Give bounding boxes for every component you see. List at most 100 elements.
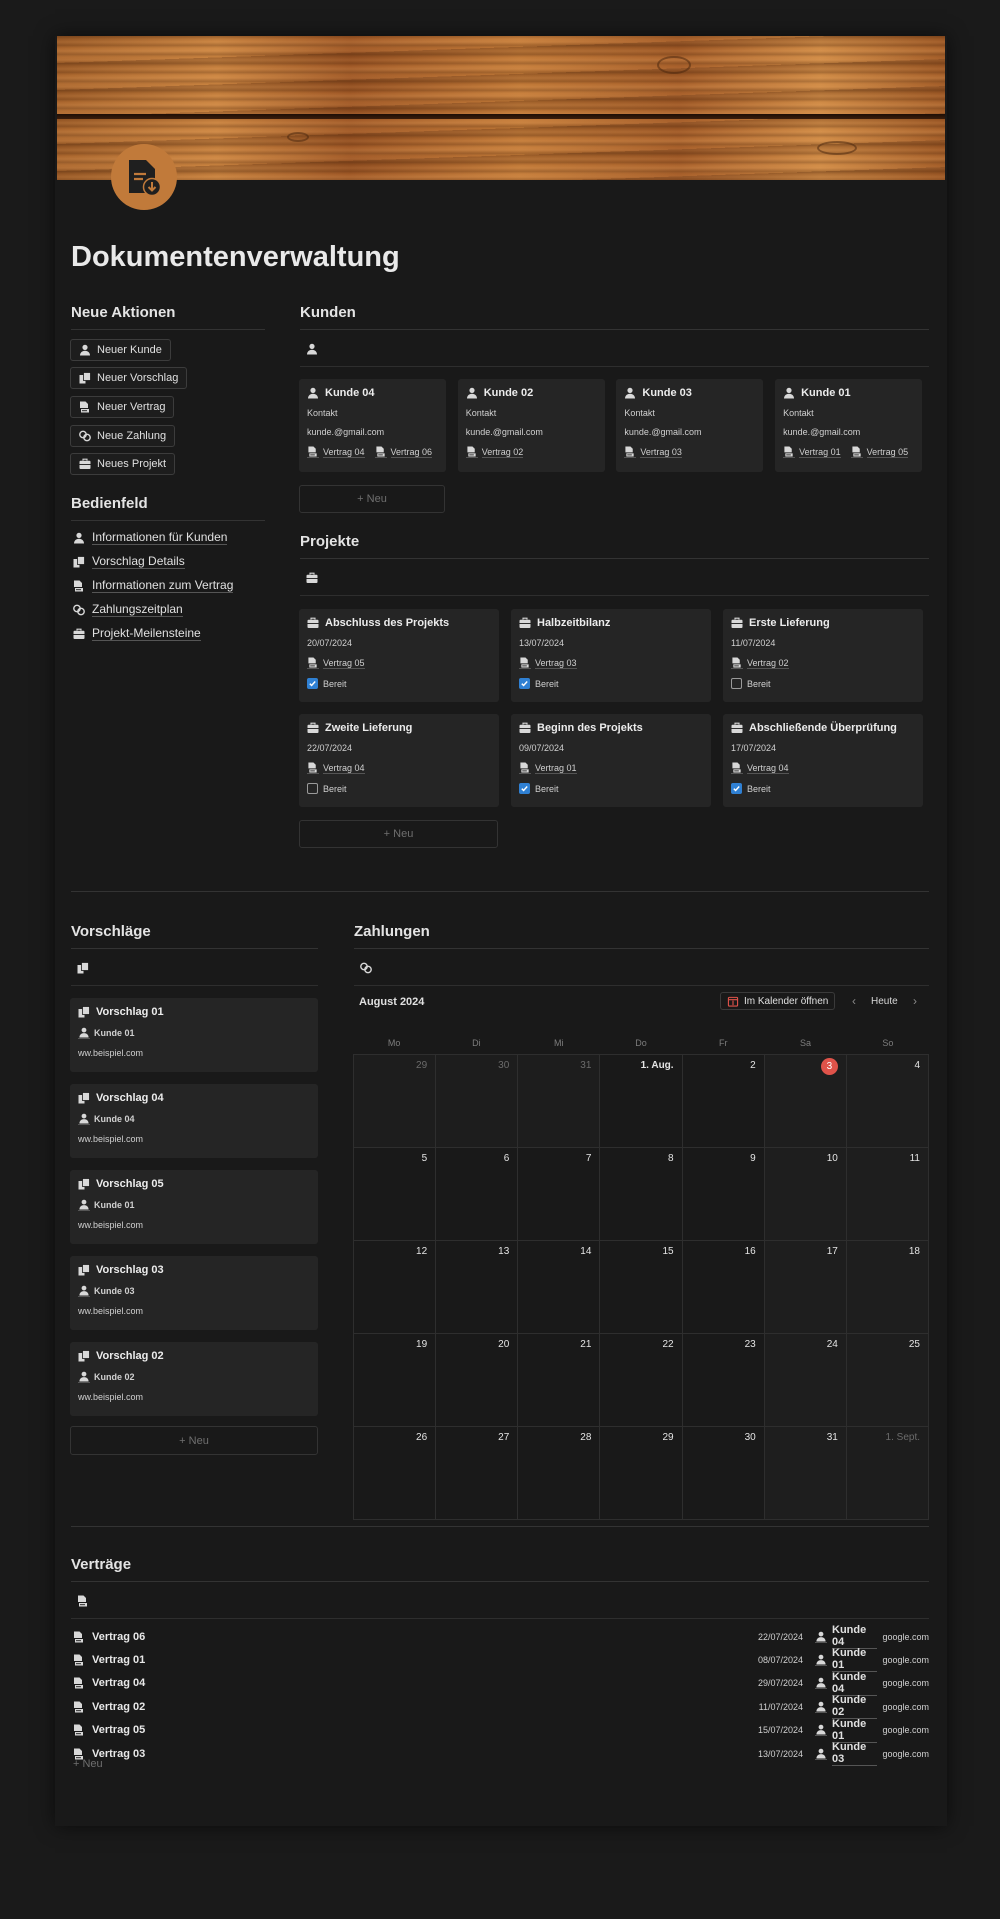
open-in-calendar-button[interactable]: Im Kalender öffnen bbox=[720, 992, 836, 1010]
calendar-day[interactable]: 16 bbox=[682, 1241, 765, 1334]
ready-checkbox[interactable] bbox=[519, 783, 530, 794]
calendar-day[interactable]: 27 bbox=[436, 1427, 519, 1520]
proposal-url[interactable]: ww.beispiel.com bbox=[78, 1306, 310, 1316]
contract-row[interactable]: Vertrag 04 29/07/2024 Kunde 04 google.com bbox=[73, 1671, 929, 1696]
customer-card[interactable]: Kunde 02 Kontakt kunde.@gmail.com Vertrag 0… bbox=[457, 379, 605, 472]
project-card[interactable]: Abschließende Überprüfung 17/07/2024 Vertr… bbox=[723, 714, 923, 807]
proposal-card[interactable]: Vorschlag 04 Kunde 04 ww.beispiel.com bbox=[70, 1084, 318, 1158]
ready-checkbox[interactable] bbox=[307, 783, 318, 794]
contract-relation[interactable]: Vertrag 04 bbox=[307, 446, 365, 458]
calendar-day[interactable]: 19 bbox=[354, 1334, 437, 1427]
calendar-day[interactable]: 12 bbox=[354, 1241, 437, 1334]
project-card[interactable]: Halbzeitbilanz 13/07/2024 Vertrag 03 Bereit bbox=[511, 609, 711, 702]
contract-url[interactable]: google.com bbox=[877, 1702, 929, 1712]
contract-relation[interactable]: Vertrag 03 bbox=[624, 446, 682, 458]
calendar-day[interactable]: 3 bbox=[764, 1055, 847, 1148]
contract-row[interactable]: Vertrag 03 13/07/2024 Kunde 03 google.com bbox=[73, 1741, 929, 1766]
calendar-day[interactable]: 10 bbox=[764, 1148, 847, 1241]
contract-relation[interactable]: Vertrag 02 bbox=[731, 657, 789, 669]
customer-card[interactable]: Kunde 01 Kontakt kunde.@gmail.com Vertrag 0… bbox=[775, 379, 923, 472]
calendar-day[interactable]: 11 bbox=[846, 1148, 929, 1241]
proposal-url[interactable]: ww.beispiel.com bbox=[78, 1048, 310, 1058]
contract-relation[interactable]: Vertrag 05 bbox=[307, 657, 365, 669]
contract-relation[interactable]: Vertrag 04 bbox=[307, 762, 365, 774]
ready-checkbox[interactable] bbox=[519, 678, 530, 689]
calendar-day[interactable]: 14 bbox=[518, 1241, 601, 1334]
project-card[interactable]: Erste Lieferung 11/07/2024 Vertrag 02 Berei… bbox=[723, 609, 923, 702]
contract-relation[interactable]: Vertrag 01 bbox=[783, 446, 841, 458]
contract-url[interactable]: google.com bbox=[877, 1655, 929, 1665]
calendar-day[interactable]: 31 bbox=[764, 1427, 847, 1520]
contract-url[interactable]: google.com bbox=[877, 1678, 929, 1688]
coins-icon[interactable] bbox=[360, 962, 372, 974]
customer-relation[interactable]: Kunde 01 bbox=[815, 1647, 877, 1673]
contract-relation[interactable]: Vertrag 01 bbox=[519, 762, 577, 774]
calendar-day[interactable]: 20 bbox=[436, 1334, 519, 1427]
contract-row[interactable]: Vertrag 05 15/07/2024 Kunde 01 google.com bbox=[73, 1718, 929, 1743]
nav-vertrag-info[interactable]: Informationen zum Vertrag bbox=[73, 578, 234, 593]
calendar-day[interactable]: 29 bbox=[354, 1055, 437, 1148]
contract-relation[interactable]: Vertrag 03 bbox=[519, 657, 577, 669]
projekte-new-button[interactable]: + Neu bbox=[299, 820, 498, 848]
contract-row[interactable]: Vertrag 06 22/07/2024 Kunde 04 google.com bbox=[73, 1624, 929, 1649]
kunden-new-button[interactable]: + Neu bbox=[299, 485, 445, 513]
customer-relation[interactable]: Kunde 03 bbox=[78, 1285, 135, 1297]
calendar-day[interactable]: 4 bbox=[846, 1055, 929, 1148]
customer-relation[interactable]: Kunde 03 bbox=[815, 1741, 877, 1766]
vorschlaege-new-button[interactable]: + Neu bbox=[70, 1426, 318, 1455]
calendar-day[interactable]: 13 bbox=[436, 1241, 519, 1334]
customer-relation[interactable]: Kunde 04 bbox=[78, 1113, 135, 1125]
person-icon[interactable] bbox=[306, 343, 318, 355]
proposal-url[interactable]: ww.beispiel.com bbox=[78, 1392, 310, 1402]
customer-relation[interactable]: Kunde 02 bbox=[815, 1694, 877, 1720]
calendar-day[interactable]: 22 bbox=[600, 1334, 683, 1427]
customer-relation[interactable]: Kunde 02 bbox=[78, 1371, 135, 1383]
proposal-card[interactable]: Vorschlag 01 Kunde 01 ww.beispiel.com bbox=[70, 998, 318, 1072]
customer-card[interactable]: Kunde 03 Kontakt kunde.@gmail.com Vertrag 0… bbox=[616, 379, 764, 472]
calendar-day[interactable]: 9 bbox=[682, 1148, 765, 1241]
calendar-day[interactable]: 6 bbox=[436, 1148, 519, 1241]
calendar-day[interactable]: 26 bbox=[354, 1427, 437, 1520]
calendar-day[interactable]: 24 bbox=[764, 1334, 847, 1427]
contract-relation[interactable]: Vertrag 06 bbox=[374, 446, 433, 458]
calendar-day[interactable]: 5 bbox=[354, 1148, 437, 1241]
customer-relation[interactable]: Kunde 01 bbox=[815, 1718, 877, 1743]
briefcase-icon[interactable] bbox=[306, 572, 318, 584]
proposal-card[interactable]: Vorschlag 03 Kunde 03 ww.beispiel.com bbox=[70, 1256, 318, 1330]
contract-url[interactable]: google.com bbox=[877, 1725, 929, 1735]
contract-relation[interactable]: Vertrag 05 bbox=[850, 446, 909, 458]
today-button[interactable]: Heute bbox=[871, 996, 898, 1007]
vertraege-new-button[interactable]: + Neu bbox=[73, 1758, 103, 1770]
ready-checkbox[interactable] bbox=[731, 678, 742, 689]
contract-row[interactable]: Vertrag 02 11/07/2024 Kunde 02 google.com bbox=[73, 1694, 929, 1720]
calendar-day[interactable]: 23 bbox=[682, 1334, 765, 1427]
contract-relation[interactable]: Vertrag 04 bbox=[731, 762, 789, 774]
calendar-day[interactable]: 15 bbox=[600, 1241, 683, 1334]
contract-row[interactable]: Vertrag 01 08/07/2024 Kunde 01 google.com bbox=[73, 1647, 929, 1673]
calendar-day[interactable]: 2 bbox=[682, 1055, 765, 1148]
calendar-day[interactable]: 1. Sept. bbox=[846, 1427, 929, 1520]
prev-month-icon[interactable]: ‹ bbox=[852, 994, 856, 1008]
contract-icon[interactable] bbox=[77, 1595, 89, 1607]
project-card[interactable]: Beginn des Projekts 09/07/2024 Vertrag 01 B… bbox=[511, 714, 711, 807]
new-contract-button[interactable]: Neuer Vertrag bbox=[70, 396, 175, 418]
proposal-card[interactable]: Vorschlag 02 Kunde 02 ww.beispiel.com bbox=[70, 1342, 318, 1416]
nav-zahlungszeitplan[interactable]: Zahlungszeitplan bbox=[73, 602, 183, 617]
proposal-card[interactable]: Vorschlag 05 Kunde 01 ww.beispiel.com bbox=[70, 1170, 318, 1244]
next-month-icon[interactable]: › bbox=[913, 994, 917, 1008]
calendar-day[interactable]: 21 bbox=[518, 1334, 601, 1427]
customer-relation[interactable]: Kunde 01 bbox=[78, 1199, 135, 1211]
project-card[interactable]: Zweite Lieferung 22/07/2024 Vertrag 04 Bere… bbox=[299, 714, 499, 807]
calendar-day[interactable]: 30 bbox=[682, 1427, 765, 1520]
calendar-day[interactable]: 17 bbox=[764, 1241, 847, 1334]
calendar-day[interactable]: 30 bbox=[436, 1055, 519, 1148]
contract-relation[interactable]: Vertrag 02 bbox=[465, 446, 524, 458]
new-proposal-button[interactable]: Neuer Vorschlag bbox=[70, 367, 188, 389]
customer-relation[interactable]: Kunde 01 bbox=[78, 1027, 135, 1039]
calendar-day[interactable]: 18 bbox=[846, 1241, 929, 1334]
proposal-icon[interactable] bbox=[77, 962, 89, 974]
calendar-day[interactable]: 31 bbox=[518, 1055, 601, 1148]
calendar-day[interactable]: 29 bbox=[600, 1427, 683, 1520]
calendar-day[interactable]: 8 bbox=[600, 1148, 683, 1241]
new-payment-button[interactable]: Neue Zahlung bbox=[70, 425, 176, 447]
